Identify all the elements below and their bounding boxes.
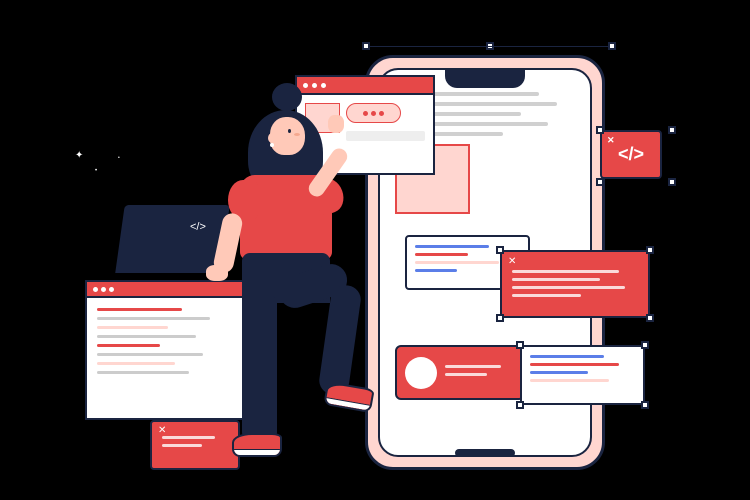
text-line (97, 326, 168, 329)
content-card (520, 345, 645, 405)
selection-handle-icon (641, 401, 649, 409)
text-line (97, 317, 210, 320)
profile-text (445, 365, 515, 381)
close-icon: ✕ (607, 135, 615, 146)
text-line (97, 335, 196, 338)
text-line (97, 371, 189, 374)
text-line (97, 353, 203, 356)
selection-handle-icon (608, 42, 616, 50)
text-line (530, 355, 604, 358)
text-line (97, 344, 160, 347)
selection-handle-icon (496, 246, 504, 254)
selection-handle-icon (516, 401, 524, 409)
text-line (530, 371, 588, 374)
phone-notch (445, 70, 525, 88)
selection-handle-icon (646, 314, 654, 322)
text-line (512, 270, 619, 273)
text-line (415, 245, 489, 248)
hand (206, 265, 228, 281)
earring (270, 143, 274, 147)
text-line (512, 278, 600, 281)
ear (268, 133, 276, 143)
dot-icon (363, 111, 368, 116)
selection-handle-icon (362, 42, 370, 50)
text-line (512, 294, 581, 297)
text-line (415, 269, 457, 272)
close-icon: ✕ (158, 425, 166, 436)
selection-handle-icon (646, 246, 654, 254)
selection-handle-icon (596, 126, 604, 134)
text-line (415, 261, 499, 264)
avatar-icon (405, 357, 437, 389)
hand-pointing (328, 115, 344, 133)
window-control-icon (101, 287, 106, 292)
selection-handle-icon (641, 341, 649, 349)
selection-handle-icon (668, 126, 676, 134)
text-line (162, 444, 202, 447)
text-line (512, 286, 625, 289)
dot-icon: • (118, 155, 120, 161)
person-illustration (200, 75, 360, 475)
code-tag-icon: ✕ </> (600, 130, 662, 179)
hair-bun (272, 83, 302, 111)
shoe-sole (326, 397, 370, 411)
text-line (97, 308, 182, 311)
text-line (97, 362, 175, 365)
nose (294, 133, 300, 136)
window-control-icon (93, 287, 98, 292)
text-line (530, 379, 609, 382)
shoe-sole (234, 449, 280, 455)
selection-line (370, 46, 608, 47)
leg (242, 295, 277, 440)
text-line (530, 363, 619, 366)
sparkle-icon: ✦ (75, 150, 83, 161)
shoe (232, 433, 282, 457)
code-symbol: </> (618, 144, 644, 164)
close-icon: ✕ (508, 256, 516, 267)
eye (288, 129, 291, 133)
selection-handle-icon (668, 178, 676, 186)
profile-card (395, 345, 525, 400)
selection-handle-icon (596, 178, 604, 186)
selection-handle-icon (516, 341, 524, 349)
code-card: ✕ (500, 250, 650, 318)
dot-icon (371, 111, 376, 116)
window-control-icon (109, 287, 114, 292)
phone-home-indicator (455, 449, 515, 457)
selection-handle-icon (496, 314, 504, 322)
dot-icon: • (95, 168, 97, 174)
dot-icon (379, 111, 384, 116)
text-line (415, 253, 468, 256)
illustration-canvas: ✦ • • ✕ (0, 0, 750, 500)
text-line (445, 365, 501, 368)
text-line (445, 373, 487, 376)
